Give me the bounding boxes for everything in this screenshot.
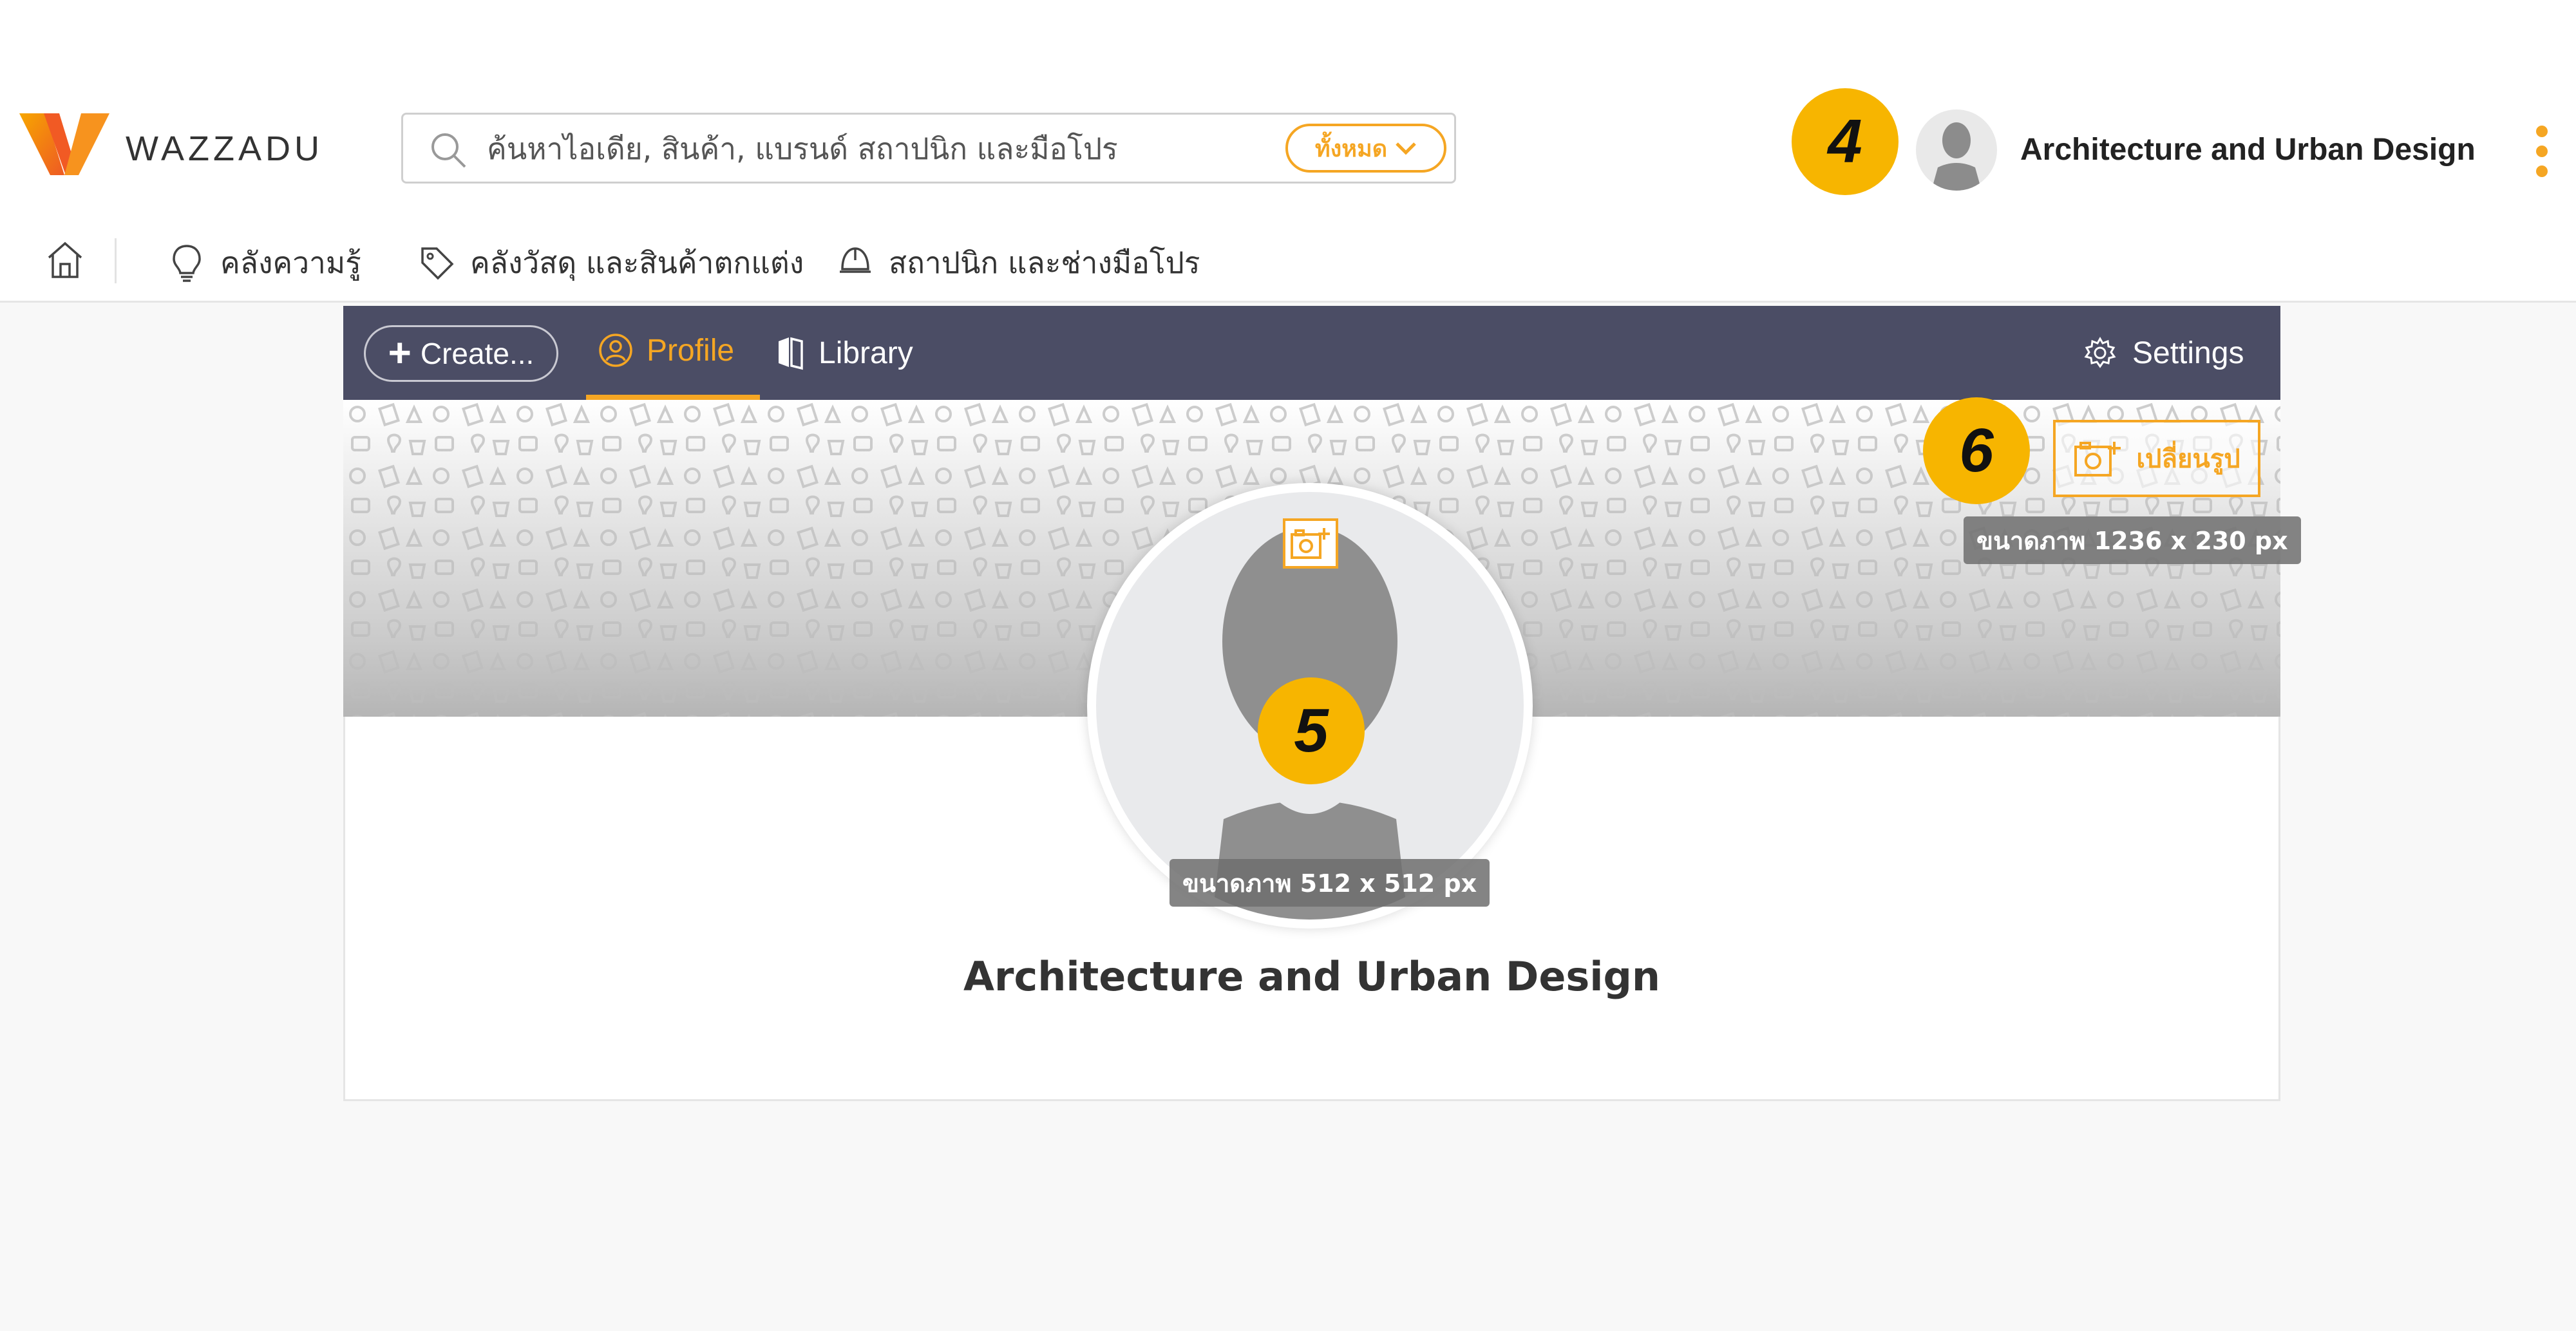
- cover-size-hint: ขนาดภาพ 1236 x 230 px: [1964, 516, 2301, 564]
- search-input[interactable]: [487, 126, 1324, 171]
- tab-profile-label: Profile: [647, 333, 735, 368]
- search-filter-dropdown[interactable]: ทั้งหมด: [1285, 124, 1446, 173]
- user-avatar[interactable]: [1916, 109, 1997, 191]
- settings-button[interactable]: Settings: [2083, 306, 2244, 400]
- step-badge-6: 6: [1923, 397, 2030, 504]
- change-profile-picture-button[interactable]: [1283, 518, 1338, 569]
- search-filter-label: ทั้งหมด: [1314, 135, 1388, 162]
- search-icon: [431, 133, 466, 168]
- nav-label: คลังความรู้: [220, 245, 361, 280]
- lightbulb-icon: [173, 244, 201, 282]
- brand-name: WAZZADU: [126, 129, 323, 168]
- add-photo-icon: [1291, 528, 1330, 559]
- logo-mark-icon: [19, 113, 109, 175]
- nav-item-materials[interactable]: คลังวัสดุ และสินค้าตกแต่ง: [419, 240, 804, 287]
- wazzadu-logo[interactable]: [19, 108, 109, 180]
- nav-label: สถาปนิก และช่างมือโปร: [889, 245, 1200, 280]
- nav-label: คลังวัสดุ และสินค้าตกแต่ง: [470, 245, 804, 280]
- more-menu-icon[interactable]: [2534, 126, 2550, 177]
- profile-picture-size-hint: ขนาดภาพ 512 x 512 px: [1170, 859, 1490, 907]
- step-badge-4: 4: [1792, 88, 1899, 195]
- library-icon: [779, 337, 803, 370]
- profile-icon: [599, 334, 632, 367]
- search-bar[interactable]: ทั้งหมด: [401, 113, 1456, 184]
- chevron-down-icon: [1396, 142, 1416, 155]
- header-user-name[interactable]: Architecture and Urban Design: [2020, 132, 2476, 167]
- add-photo-icon: [2074, 442, 2121, 477]
- profile-display-name: Architecture and Urban Design: [963, 953, 1661, 1000]
- settings-label: Settings: [2132, 335, 2244, 370]
- tag-icon: [421, 247, 454, 279]
- tab-profile[interactable]: Profile: [586, 306, 760, 400]
- create-label: Create...: [420, 337, 535, 370]
- plus-icon: +: [388, 331, 412, 375]
- gear-icon: [2084, 336, 2116, 368]
- nav-item-knowledge[interactable]: คลังความรู้: [169, 240, 361, 287]
- helmet-icon: [840, 247, 871, 273]
- change-cover-label: เปลี่ยนรูป: [2136, 444, 2240, 474]
- nav-divider: [115, 238, 117, 283]
- step-badge-5: 5: [1258, 677, 1365, 784]
- tab-library[interactable]: Library: [776, 306, 913, 400]
- change-cover-button[interactable]: เปลี่ยนรูป: [2053, 420, 2260, 497]
- user-silhouette-icon: [1931, 122, 1982, 191]
- create-button[interactable]: + Create...: [364, 325, 558, 382]
- tab-library-label: Library: [819, 335, 913, 370]
- nav-item-architects[interactable]: สถาปนิก และช่างมือโปร: [837, 240, 1200, 287]
- home-icon[interactable]: [45, 240, 85, 279]
